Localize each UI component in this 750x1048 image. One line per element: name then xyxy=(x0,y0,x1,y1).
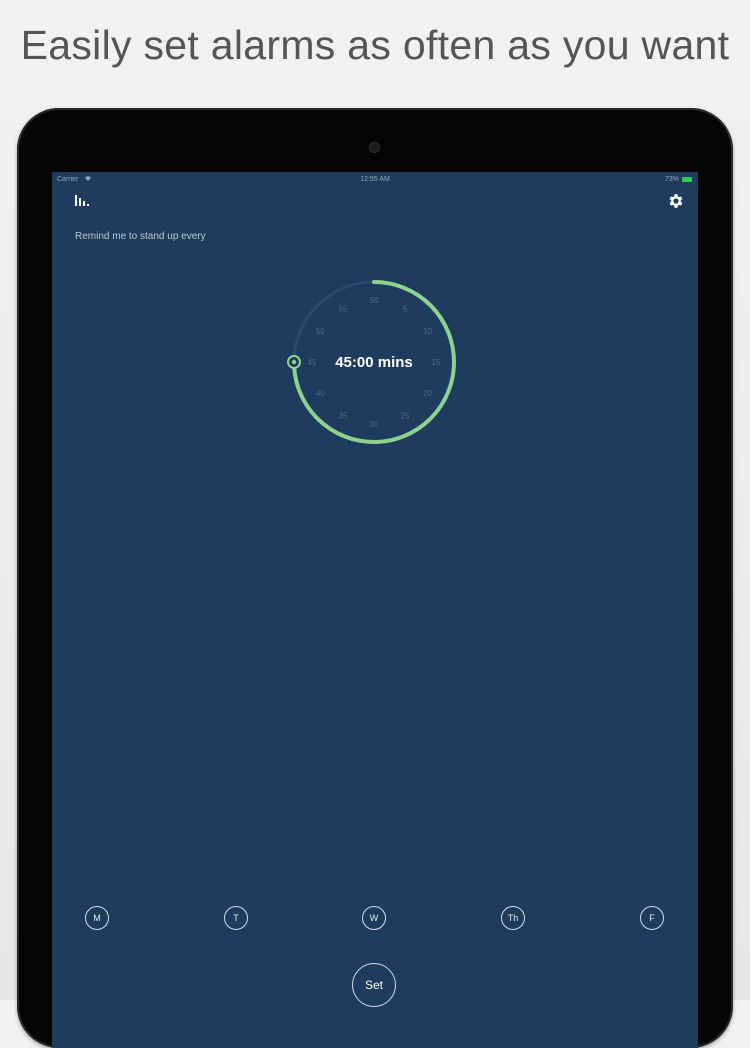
headline: Easily set alarms as often as you want xyxy=(20,22,730,68)
day-monday[interactable]: M xyxy=(85,906,109,930)
day-tuesday[interactable]: T xyxy=(224,906,248,930)
gear-icon[interactable] xyxy=(667,192,685,210)
day-thursday[interactable]: Th xyxy=(501,906,525,930)
timer-display: 45:00 mins xyxy=(335,353,413,371)
set-button[interactable]: Set xyxy=(352,963,396,1007)
day-friday[interactable]: F xyxy=(640,906,664,930)
battery-status: 73% xyxy=(665,176,692,183)
battery-percent: 73% xyxy=(664,176,679,183)
tablet-frame: Carrier 12:55 AM 73% Remind me to stand … xyxy=(17,108,733,1048)
status-bar: Carrier 12:55 AM 73% xyxy=(52,172,698,188)
status-time: 12:55 AM xyxy=(360,176,390,183)
battery-icon xyxy=(682,177,692,182)
app-screen: Carrier 12:55 AM 73% Remind me to stand … xyxy=(52,172,698,1048)
remind-prompt: Remind me to stand up every xyxy=(75,231,206,242)
bar-chart-icon[interactable] xyxy=(73,191,91,209)
camera-dot xyxy=(369,142,380,153)
day-wednesday[interactable]: W xyxy=(362,906,386,930)
weekday-selector: M T W Th F xyxy=(52,906,698,932)
